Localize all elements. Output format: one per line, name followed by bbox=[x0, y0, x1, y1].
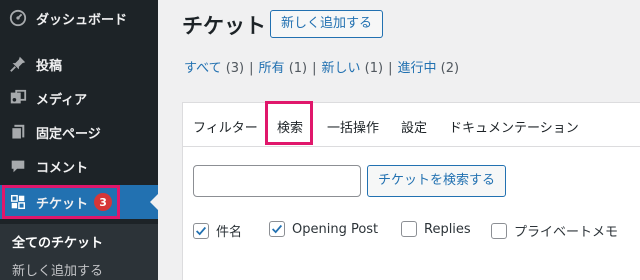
field-subject[interactable]: 件名 bbox=[193, 221, 242, 240]
tools-panel: フィルター 検索 一括操作 設定 ドキュメンテーション チケットを検索する 件名… bbox=[182, 101, 640, 280]
checkbox-checked[interactable] bbox=[193, 222, 209, 239]
field-label: 件名 bbox=[216, 225, 243, 240]
submenu-all-tickets[interactable]: 全てのチケット bbox=[12, 232, 103, 251]
view-in-progress-link[interactable]: 進行中 bbox=[397, 61, 436, 76]
pin-icon bbox=[0, 55, 36, 73]
admin-sidebar: ダッシュボード 投稿 メディア 固定ページ コメント チケット 3 全てのチケッ… bbox=[0, 0, 158, 280]
checkmark-icon bbox=[196, 226, 207, 235]
separator: | bbox=[249, 61, 254, 76]
field-label: Replies bbox=[424, 221, 471, 237]
add-new-button[interactable]: 新しく追加する bbox=[270, 10, 384, 38]
media-icon bbox=[0, 89, 36, 107]
checkmark-icon bbox=[272, 224, 283, 234]
highlight-box-search-tab bbox=[265, 101, 313, 145]
checkbox-checked[interactable] bbox=[269, 221, 285, 237]
separator: | bbox=[312, 61, 317, 76]
submenu-add-new[interactable]: 新しく追加する bbox=[12, 260, 103, 279]
search-tickets-button[interactable]: チケットを検索する bbox=[367, 165, 507, 197]
view-new-count: (1) bbox=[364, 61, 384, 76]
sidebar-item-comments[interactable]: コメント bbox=[0, 149, 158, 183]
sidebar-item-label: 投稿 bbox=[36, 58, 63, 74]
tab-bulk-actions[interactable]: 一括操作 bbox=[327, 117, 379, 136]
tickets-submenu: 全てのチケット 新しく追加する bbox=[0, 224, 158, 280]
field-replies[interactable]: Replies bbox=[401, 221, 471, 237]
field-private-notes[interactable]: プライベートメモ bbox=[491, 221, 618, 240]
tab-documentation[interactable]: ドキュメンテーション bbox=[449, 117, 579, 136]
panel-tabs: フィルター 検索 一括操作 設定 ドキュメンテーション bbox=[183, 101, 640, 147]
sidebar-item-pages[interactable]: 固定ページ bbox=[0, 115, 158, 149]
field-opening-post[interactable]: Opening Post bbox=[269, 221, 378, 237]
field-label: Opening Post bbox=[292, 221, 379, 237]
view-filter-links: すべて (3) | 所有 (1) | 新しい (1) | 進行中 (2) bbox=[184, 57, 459, 76]
ticket-search-input[interactable] bbox=[193, 165, 361, 197]
sidebar-item-label: ダッシュボード bbox=[36, 12, 128, 28]
page-title: チケット bbox=[182, 14, 266, 38]
checkbox-unchecked[interactable] bbox=[491, 222, 507, 239]
tab-settings[interactable]: 設定 bbox=[401, 117, 427, 136]
main-content: チケット 新しく追加する すべて (3) | 所有 (1) | 新しい (1) | 進行中 … bbox=[158, 0, 640, 280]
separator: | bbox=[388, 61, 393, 76]
tab-filter[interactable]: フィルター bbox=[193, 117, 258, 136]
view-owned-link[interactable]: 所有 bbox=[259, 61, 285, 76]
dashboard-icon bbox=[0, 9, 36, 27]
sidebar-item-posts[interactable]: 投稿 bbox=[0, 47, 158, 81]
sidebar-item-media[interactable]: メディア bbox=[0, 81, 158, 115]
view-all-count: (3) bbox=[225, 61, 245, 76]
view-owned-count: (1) bbox=[288, 61, 308, 76]
sidebar-item-label: 固定ページ bbox=[36, 126, 101, 142]
highlight-box-tickets bbox=[2, 185, 120, 219]
sidebar-item-dashboard[interactable]: ダッシュボード bbox=[0, 1, 158, 35]
comment-icon bbox=[0, 157, 36, 175]
sidebar-item-label: コメント bbox=[36, 160, 89, 176]
sidebar-item-label: メディア bbox=[36, 92, 88, 108]
checkbox-unchecked[interactable] bbox=[401, 221, 417, 237]
view-all-link[interactable]: すべて bbox=[184, 61, 222, 76]
field-label: プライベートメモ bbox=[514, 225, 619, 240]
pages-icon bbox=[0, 123, 36, 141]
view-new-link[interactable]: 新しい bbox=[322, 61, 361, 76]
view-in-progress-count: (2) bbox=[440, 61, 460, 76]
